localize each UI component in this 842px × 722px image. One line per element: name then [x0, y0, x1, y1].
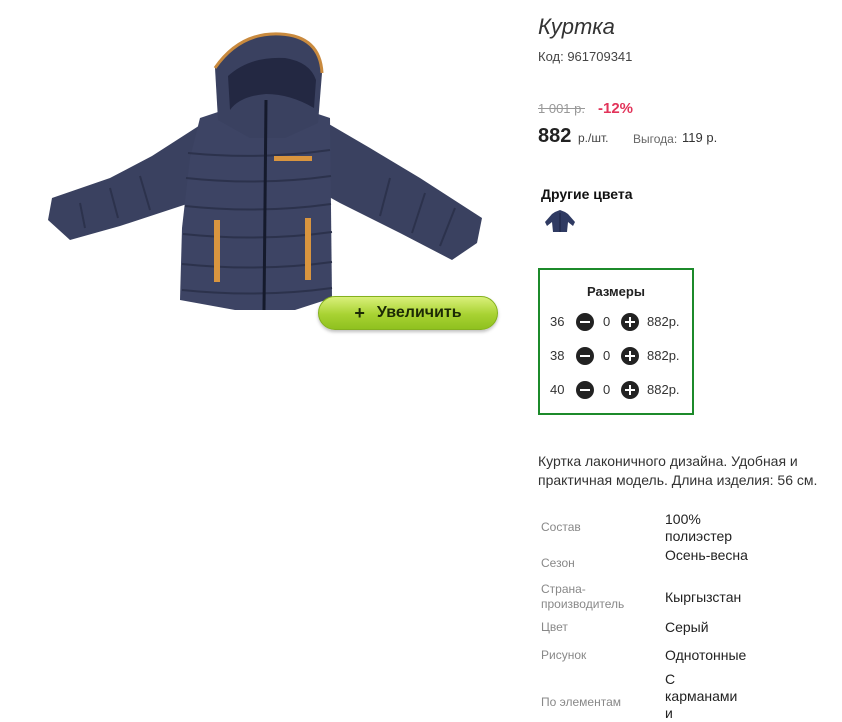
property-value: Однотонные — [665, 647, 747, 663]
product-description: Куртка лаконичного дизайна. Удобная и пр… — [538, 453, 818, 488]
plus-icon[interactable] — [621, 381, 639, 399]
size-value: 40 — [550, 382, 565, 397]
sizes-panel: Размеры 36 0 882р. 38 0 882р. 40 0 882р. — [538, 268, 694, 415]
property-label: Рисунок — [541, 648, 587, 662]
property-value: 100% полиэстер — [665, 511, 733, 544]
minus-icon[interactable] — [576, 313, 594, 331]
size-price: 882р. — [647, 348, 680, 363]
size-row: 38 0 882р. — [540, 346, 692, 366]
size-quantity: 0 — [603, 314, 611, 329]
plus-icon: + — [354, 302, 365, 323]
jacket-thumbnail-icon[interactable] — [544, 208, 576, 234]
zoom-button[interactable]: + Увеличить — [318, 296, 498, 330]
profit-label: Выгода: — [633, 132, 678, 146]
minus-icon[interactable] — [576, 381, 594, 399]
property-value: Осень-весна — [665, 547, 748, 563]
discount-badge: -12% — [598, 100, 634, 117]
property-label: Сезон — [541, 556, 575, 570]
size-price: 882р. — [647, 382, 680, 397]
sizes-title: Размеры — [587, 284, 645, 299]
size-value: 38 — [550, 348, 565, 363]
product-photo[interactable] — [40, 28, 490, 323]
size-quantity: 0 — [603, 348, 611, 363]
property-value: С карманами и — [665, 671, 738, 721]
product-title: Куртка — [538, 14, 615, 39]
size-quantity: 0 — [603, 382, 611, 397]
property-label: Страна-производитель — [541, 582, 625, 611]
property-label: Состав — [541, 520, 581, 534]
size-price: 882р. — [647, 314, 680, 329]
current-price: 882 — [538, 125, 572, 147]
size-row: 36 0 882р. — [540, 312, 692, 332]
zoom-button-label: Увеличить — [376, 304, 462, 321]
minus-icon[interactable] — [576, 347, 594, 365]
size-value: 36 — [550, 314, 565, 329]
property-value: Кыргызстан — [665, 589, 742, 605]
property-label: Цвет — [541, 620, 568, 634]
plus-icon[interactable] — [621, 313, 639, 331]
other-colors-title: Другие цвета — [541, 186, 633, 202]
property-value: Серый — [665, 619, 709, 635]
price-unit: р./шт. — [578, 131, 609, 145]
profit-value: 119 р. — [682, 130, 718, 145]
property-label: По элементам — [541, 695, 622, 709]
product-code: Код: 961709341 — [538, 49, 633, 64]
old-price: 1 001 р. — [538, 101, 585, 116]
plus-icon[interactable] — [621, 347, 639, 365]
size-row: 40 0 882р. — [540, 380, 692, 400]
